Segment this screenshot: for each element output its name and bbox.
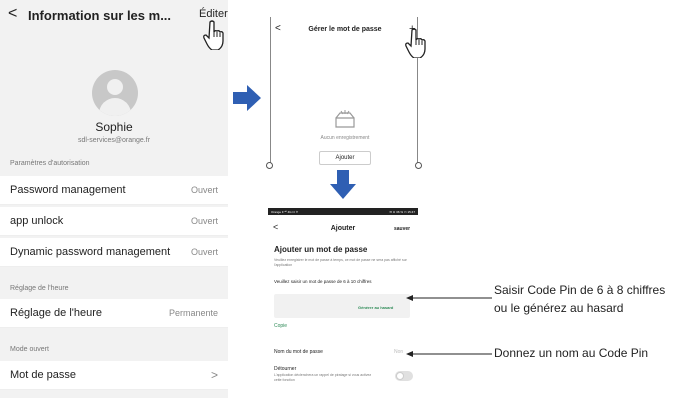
detour-hint: L'application déclenchera un rappel de p… bbox=[274, 373, 372, 382]
section-title-mode: Mode ouvert bbox=[10, 346, 49, 353]
annotation-pin-line1: Saisir Code Pin de 6 à 8 chiffres bbox=[494, 283, 666, 297]
status-right: ✉ ⊡ 36 % ▭ 15:47 bbox=[389, 209, 415, 214]
user-email: sdl-services@orange.fr bbox=[77, 137, 151, 144]
page-title: Gérer le mot de passe bbox=[308, 26, 382, 33]
user-name: Sophie bbox=[95, 120, 133, 134]
edit-button[interactable]: Éditer bbox=[199, 8, 228, 20]
row-value: Ouvert bbox=[190, 185, 218, 195]
row-password[interactable]: Mot de passe > bbox=[0, 361, 228, 390]
back-button[interactable]: < bbox=[8, 5, 17, 23]
header: < Information sur les m... Éditer bbox=[0, 0, 228, 30]
form-hint: Veuillez enregistrer le mot de passe à t… bbox=[274, 258, 407, 267]
section-title-auth: Paramètres d'autorisation bbox=[10, 160, 90, 167]
chevron-right-icon: > bbox=[210, 368, 218, 382]
handle-right bbox=[415, 162, 422, 169]
phone-screen-manage-password: < Gérer le mot de passe + Aucun enregist… bbox=[270, 17, 418, 167]
hand-pointer-icon bbox=[405, 28, 427, 62]
add-button[interactable]: Ajouter bbox=[319, 151, 371, 165]
avatar bbox=[92, 70, 138, 116]
row-label: Password management bbox=[10, 184, 126, 196]
row-value: Ouvert bbox=[190, 247, 218, 257]
row-dynamic-password[interactable]: Dynamic password management Ouvert bbox=[0, 238, 228, 267]
pin-input[interactable]: Générer au hasard bbox=[274, 294, 410, 318]
form-heading: Ajouter un mot de passe bbox=[274, 245, 368, 254]
status-left: Orange F ᵃᵗˡ 4G ⊡ ✈ bbox=[271, 209, 299, 214]
arrow-down-icon bbox=[330, 170, 356, 199]
name-label: Nom du mot de passe bbox=[274, 349, 323, 355]
annotation-arrow-name bbox=[406, 351, 492, 357]
page-title: Information sur les m... bbox=[28, 8, 172, 23]
row-password-management[interactable]: Password management Ouvert bbox=[0, 176, 228, 205]
section-title-time: Réglage de l'heure bbox=[10, 285, 69, 292]
phone-screen-add-password: Orange F ᵃᵗˡ 4G ⊡ ✈ ✉ ⊡ 36 % ▭ 15:47 < A… bbox=[268, 208, 418, 398]
row-app-unlock[interactable]: app unlock Ouvert bbox=[0, 207, 228, 236]
annotation-pin-line2: ou le générez au hasard bbox=[494, 301, 624, 315]
empty-state-text: Aucun enregistrement bbox=[320, 135, 370, 141]
row-label: Dynamic password management bbox=[10, 246, 171, 258]
copy-button[interactable]: Copie bbox=[274, 323, 287, 329]
row-value: Ouvert bbox=[190, 216, 218, 226]
row-label: Mot de passe bbox=[10, 369, 77, 381]
row-label: app unlock bbox=[10, 215, 64, 227]
detour-label: Détourner bbox=[274, 366, 297, 372]
row-value: Permanente bbox=[168, 308, 218, 318]
annotation-arrow-pin bbox=[406, 295, 492, 301]
pin-label: Veuillez saisir un mot de passe de 6 à 1… bbox=[274, 279, 372, 284]
name-input[interactable]: Non bbox=[394, 349, 403, 355]
arrow-right-icon bbox=[233, 85, 261, 111]
row-time-setting[interactable]: Réglage de l'heure Permanente bbox=[0, 299, 228, 328]
detour-toggle[interactable] bbox=[395, 371, 413, 381]
generate-random-button[interactable]: Générer au hasard bbox=[358, 305, 393, 310]
empty-box-icon bbox=[335, 110, 355, 128]
annotation-name: Donnez un nom au Code Pin bbox=[494, 346, 649, 360]
save-button[interactable]: sauver bbox=[394, 226, 410, 232]
hand-pointer-icon bbox=[203, 20, 225, 54]
status-bar: Orange F ᵃᵗˡ 4G ⊡ ✈ ✉ ⊡ 36 % ▭ 15:47 bbox=[268, 208, 418, 215]
phone-screen-information: < Information sur les m... Éditer Sophie… bbox=[0, 0, 228, 398]
handle-left bbox=[266, 162, 273, 169]
row-label: Réglage de l'heure bbox=[10, 307, 103, 319]
